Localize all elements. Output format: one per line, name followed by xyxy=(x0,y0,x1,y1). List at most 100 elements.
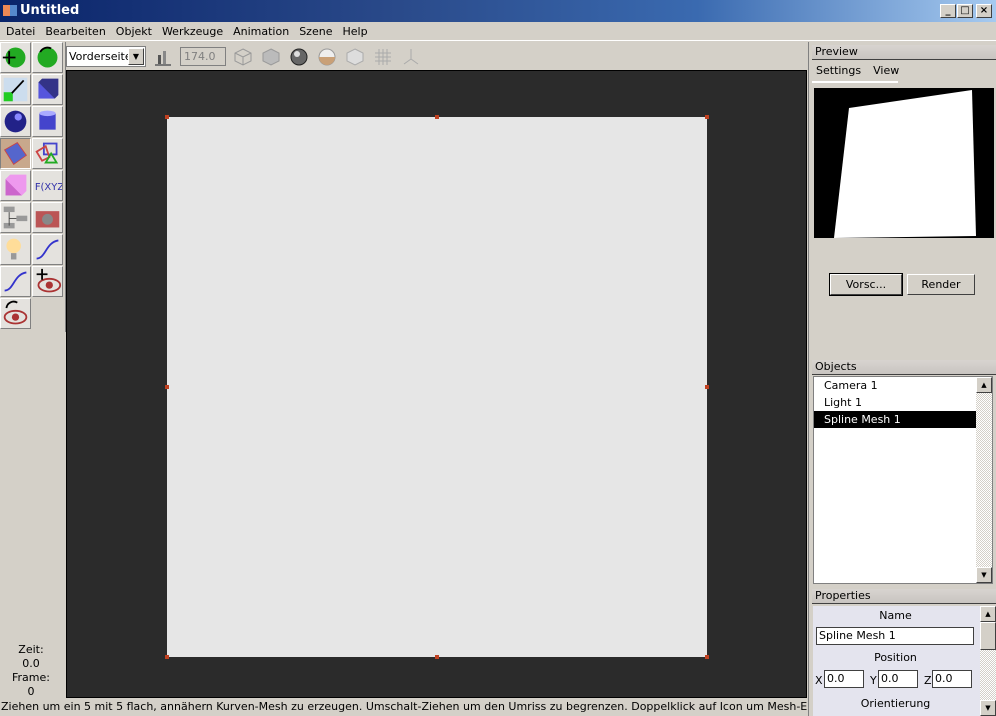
move-tool-icon xyxy=(2,47,26,68)
transparent-icon[interactable] xyxy=(344,46,366,68)
sphere-tool-button[interactable] xyxy=(0,106,31,137)
zeit-value: 0.0 xyxy=(22,657,40,670)
x-field[interactable]: 0.0 xyxy=(824,670,864,688)
shaded-cube-icon[interactable] xyxy=(260,46,282,68)
preview-render xyxy=(814,88,994,238)
menu-datei[interactable]: Datei xyxy=(2,25,41,38)
menu-werkzeuge[interactable]: Werkzeuge xyxy=(158,25,229,38)
handle[interactable] xyxy=(165,385,169,389)
wireframe-icon[interactable] xyxy=(232,46,254,68)
spline-mesh-tool-button[interactable] xyxy=(0,138,31,169)
scrollbar[interactable]: ▲ ▼ xyxy=(980,606,996,716)
viewport[interactable] xyxy=(66,70,807,698)
textured-sphere-icon[interactable] xyxy=(316,46,338,68)
object-list: Camera 1 Light 1 Spline Mesh 1 ▲ ▼ xyxy=(813,376,993,584)
close-button[interactable]: × xyxy=(976,4,992,18)
spline-mesh[interactable] xyxy=(165,115,709,659)
list-item[interactable]: Spline Mesh 1 xyxy=(814,411,977,428)
splitter[interactable] xyxy=(808,42,812,716)
menu-help[interactable]: Help xyxy=(338,25,373,38)
tube-tool-icon xyxy=(4,271,27,292)
handle[interactable] xyxy=(435,115,439,119)
svg-text:F(XYZ): F(XYZ) xyxy=(35,182,62,193)
objects-header: Objects xyxy=(812,360,996,375)
curve-tool-button[interactable] xyxy=(32,234,63,265)
minimize-button[interactable]: _ xyxy=(940,4,956,18)
polygon-tool-button[interactable] xyxy=(32,138,63,169)
menu-objekt[interactable]: Objekt xyxy=(112,25,158,38)
handle[interactable] xyxy=(165,655,169,659)
camera-tool-button[interactable] xyxy=(32,202,63,233)
app-logo-icon xyxy=(3,5,17,16)
menu-animation[interactable]: Animation xyxy=(229,25,295,38)
scroll-up-icon[interactable]: ▲ xyxy=(976,377,992,393)
handle[interactable] xyxy=(705,655,709,659)
rotate-view-tool-icon xyxy=(3,300,28,325)
rotate-tool-icon xyxy=(37,46,58,68)
grid-icon[interactable] xyxy=(372,46,394,68)
curve-tool-icon xyxy=(36,239,59,260)
light-tool-icon xyxy=(6,238,21,260)
camera-tool-icon xyxy=(35,211,60,228)
chevron-down-icon: ▼ xyxy=(128,48,144,65)
maximize-button[interactable]: □ xyxy=(957,4,973,18)
properties-header: Properties xyxy=(812,589,996,604)
tube-tool-button[interactable] xyxy=(0,266,31,297)
scrollbar[interactable]: ▲ ▼ xyxy=(976,377,992,583)
preview-menu-view[interactable]: View xyxy=(873,64,899,81)
scroll-down-icon[interactable]: ▼ xyxy=(976,567,992,583)
cylinder-tool-button[interactable] xyxy=(32,106,63,137)
menu-bearbeiten[interactable]: Bearbeiten xyxy=(41,25,111,38)
status-bar: Ziehen um ein 5 mit 5 flach, annähern Ku… xyxy=(1,700,812,713)
rotate-view-tool-button[interactable] xyxy=(0,298,31,329)
window-title: Untitled xyxy=(20,3,80,18)
axes-icon[interactable] xyxy=(400,46,422,68)
frame-label: Frame: xyxy=(12,671,50,684)
list-item[interactable]: Light 1 xyxy=(814,394,977,411)
cube-tool-button[interactable] xyxy=(32,74,63,105)
move-view-tool-button[interactable] xyxy=(32,266,63,297)
scale-tool-button[interactable] xyxy=(0,74,31,105)
scroll-up-icon[interactable]: ▲ xyxy=(980,606,996,622)
move-tool-button[interactable] xyxy=(0,42,31,73)
preview-menu-settings[interactable]: Settings xyxy=(816,64,861,81)
polymesh-tool-button[interactable] xyxy=(0,170,31,201)
light-tool-button[interactable] xyxy=(0,234,31,265)
title-bar: Untitled _ □ × xyxy=(0,0,996,22)
preview-menu: Settings View xyxy=(812,64,899,83)
y-label: Y xyxy=(870,674,877,687)
render-button[interactable]: Render xyxy=(907,274,975,295)
menu-szene[interactable]: Szene xyxy=(295,25,338,38)
view-select[interactable]: Vorderseite ▼ xyxy=(66,46,146,67)
scale-icon[interactable] xyxy=(152,46,174,68)
frame-value: 0 xyxy=(27,685,35,698)
preview-button[interactable]: Vorsc... xyxy=(829,273,903,296)
rotate-tool-button[interactable] xyxy=(32,42,63,73)
scale-tool-icon xyxy=(3,77,28,102)
cube-tool-icon xyxy=(38,78,59,99)
polymesh-tool-icon xyxy=(5,174,27,196)
implicit-function-tool-button[interactable]: F(XYZ) xyxy=(32,170,68,201)
scroll-down-icon[interactable]: ▼ xyxy=(980,700,996,716)
handle[interactable] xyxy=(165,115,169,119)
z-field[interactable]: 0.0 xyxy=(932,670,972,688)
handle[interactable] xyxy=(435,655,439,659)
smooth-sphere-icon[interactable] xyxy=(288,46,310,68)
scroll-thumb[interactable] xyxy=(980,622,996,650)
zeit-label: Zeit: xyxy=(18,643,44,656)
polygon-tool-icon xyxy=(35,142,59,164)
y-field[interactable]: 0.0 xyxy=(878,670,918,688)
list-item[interactable]: Camera 1 xyxy=(814,377,977,394)
cylinder-tool-icon xyxy=(39,110,56,130)
handle[interactable] xyxy=(705,385,709,389)
menu-bar: Datei Bearbeiten Objekt Werkzeuge Animat… xyxy=(0,22,996,41)
scene-graph-tool-icon xyxy=(3,206,28,229)
move-view-tool-icon xyxy=(36,268,62,293)
implicit-function-tool-icon: F(XYZ) xyxy=(35,182,68,193)
scene-graph-tool-button[interactable] xyxy=(0,202,31,233)
name-field[interactable]: Spline Mesh 1 xyxy=(816,627,974,645)
position-label: Position xyxy=(874,651,917,664)
handle[interactable] xyxy=(705,115,709,119)
scale-field[interactable]: 174.0 xyxy=(180,47,226,66)
view-toolbar: Vorderseite ▼ 174.0 xyxy=(66,43,806,70)
